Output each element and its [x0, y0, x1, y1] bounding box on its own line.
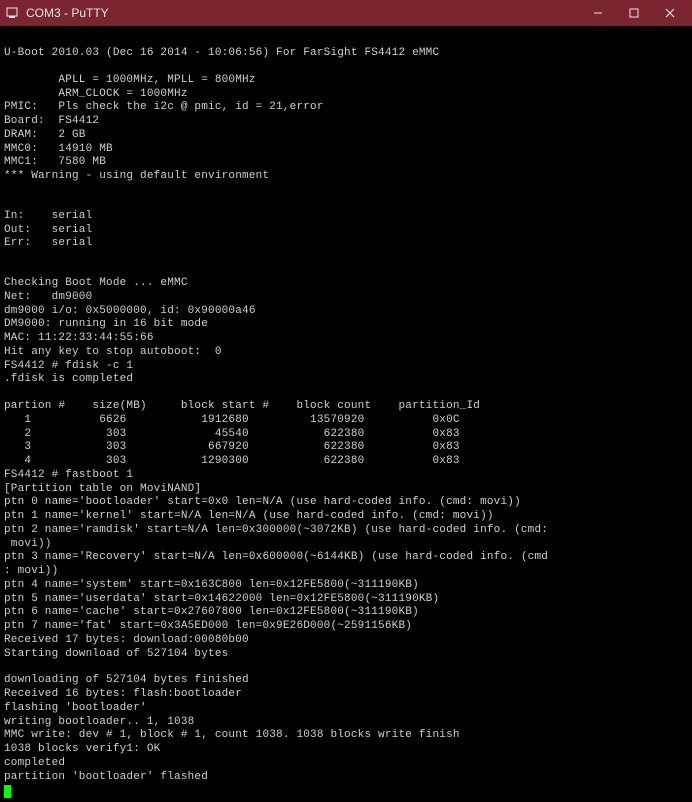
- terminal-line: MMC1: 7580 MB: [4, 156, 688, 170]
- terminal-line: ptn 3 name='Recovery' start=N/A len=0x60…: [4, 551, 688, 565]
- terminal-line: MMC write: dev # 1, block # 1, count 103…: [4, 729, 688, 743]
- terminal-line: Err: serial: [4, 237, 688, 251]
- terminal-line: Received 16 bytes: flash:bootloader: [4, 688, 688, 702]
- terminal-line: ptn 0 name='bootloader' start=0x0 len=N/…: [4, 496, 688, 510]
- terminal-line: ptn 1 name='kernel' start=N/A len=N/A (u…: [4, 510, 688, 524]
- titlebar: COM3 - PuTTY: [0, 0, 692, 26]
- terminal-line: [4, 387, 688, 400]
- close-button[interactable]: [652, 0, 688, 26]
- terminal-line: In: serial: [4, 210, 688, 224]
- terminal-line: Starting download of 527104 bytes: [4, 648, 688, 662]
- terminal-line: Board: FS4412: [4, 115, 688, 129]
- terminal-line: ARM_CLOCK = 1000MHz: [4, 88, 688, 102]
- terminal-line: [4, 264, 688, 277]
- terminal-line: [4, 197, 688, 210]
- putty-icon: [4, 5, 20, 21]
- terminal-line: [4, 184, 688, 197]
- terminal-line: ptn 4 name='system' start=0x163C800 len=…: [4, 579, 688, 593]
- terminal-line: Net: dm9000: [4, 291, 688, 305]
- terminal-line: [4, 661, 688, 674]
- terminal-line: partion # size(MB) block start # block c…: [4, 400, 688, 414]
- terminal-line: Checking Boot Mode ... eMMC: [4, 277, 688, 291]
- window-controls: [580, 0, 688, 26]
- terminal-line: ptn 7 name='fat' start=0x3A5ED000 len=0x…: [4, 620, 688, 634]
- terminal-line: : movi)): [4, 565, 688, 579]
- terminal-line: Out: serial: [4, 224, 688, 238]
- terminal-line: FS4412 # fdisk -c 1: [4, 360, 688, 374]
- terminal-line: 1038 blocks verify1: OK: [4, 743, 688, 757]
- terminal-line: APLL = 1000MHz, MPLL = 800MHz: [4, 74, 688, 88]
- terminal-line: 2 303 45540 622380 0x83: [4, 428, 688, 442]
- terminal-line: FS4412 # fastboot 1: [4, 469, 688, 483]
- window-title: COM3 - PuTTY: [26, 6, 580, 20]
- terminal-line: partition 'bootloader' flashed: [4, 771, 688, 785]
- terminal-output[interactable]: U-Boot 2010.03 (Dec 16 2014 - 10:06:56) …: [0, 26, 692, 802]
- terminal-line: .fdisk is completed: [4, 373, 688, 387]
- terminal-line: movi)): [4, 538, 688, 552]
- terminal-line: U-Boot 2010.03 (Dec 16 2014 - 10:06:56) …: [4, 47, 688, 61]
- maximize-button[interactable]: [616, 0, 652, 26]
- terminal-line: completed: [4, 757, 688, 771]
- terminal-line: flashing 'bootloader': [4, 702, 688, 716]
- terminal-line: downloading of 527104 bytes finished: [4, 674, 688, 688]
- terminal-line: 1 6626 1912680 13570920 0x0C: [4, 414, 688, 428]
- terminal-line: [4, 251, 688, 264]
- cursor: [4, 785, 11, 798]
- terminal-line: [Partition table on MoviNAND]: [4, 483, 688, 497]
- terminal-line: PMIC: Pls check the i2c @ pmic, id = 21,…: [4, 101, 688, 115]
- terminal-line: ptn 2 name='ramdisk' start=N/A len=0x300…: [4, 524, 688, 538]
- terminal-line: Received 17 bytes: download:00080b00: [4, 634, 688, 648]
- terminal-line: Hit any key to stop autoboot: 0: [4, 346, 688, 360]
- terminal-line: [4, 34, 688, 47]
- terminal-line: MAC: 11:22:33:44:55:66: [4, 332, 688, 346]
- terminal-line: [4, 61, 688, 74]
- terminal-line: dm9000 i/o: 0x5000000, id: 0x90000a46: [4, 305, 688, 319]
- terminal-line: *** Warning - using default environment: [4, 170, 688, 184]
- terminal-line: DM9000: running in 16 bit mode: [4, 318, 688, 332]
- minimize-button[interactable]: [580, 0, 616, 26]
- terminal-line: MMC0: 14910 MB: [4, 143, 688, 157]
- terminal-line: writing bootloader.. 1, 1038: [4, 716, 688, 730]
- cursor-line: [4, 784, 688, 798]
- terminal-line: ptn 6 name='cache' start=0x27607800 len=…: [4, 606, 688, 620]
- terminal-line: 4 303 1290300 622380 0x83: [4, 455, 688, 469]
- terminal-line: ptn 5 name='userdata' start=0x14622000 l…: [4, 593, 688, 607]
- terminal-line: 3 303 667920 622380 0x83: [4, 441, 688, 455]
- terminal-line: DRAM: 2 GB: [4, 129, 688, 143]
